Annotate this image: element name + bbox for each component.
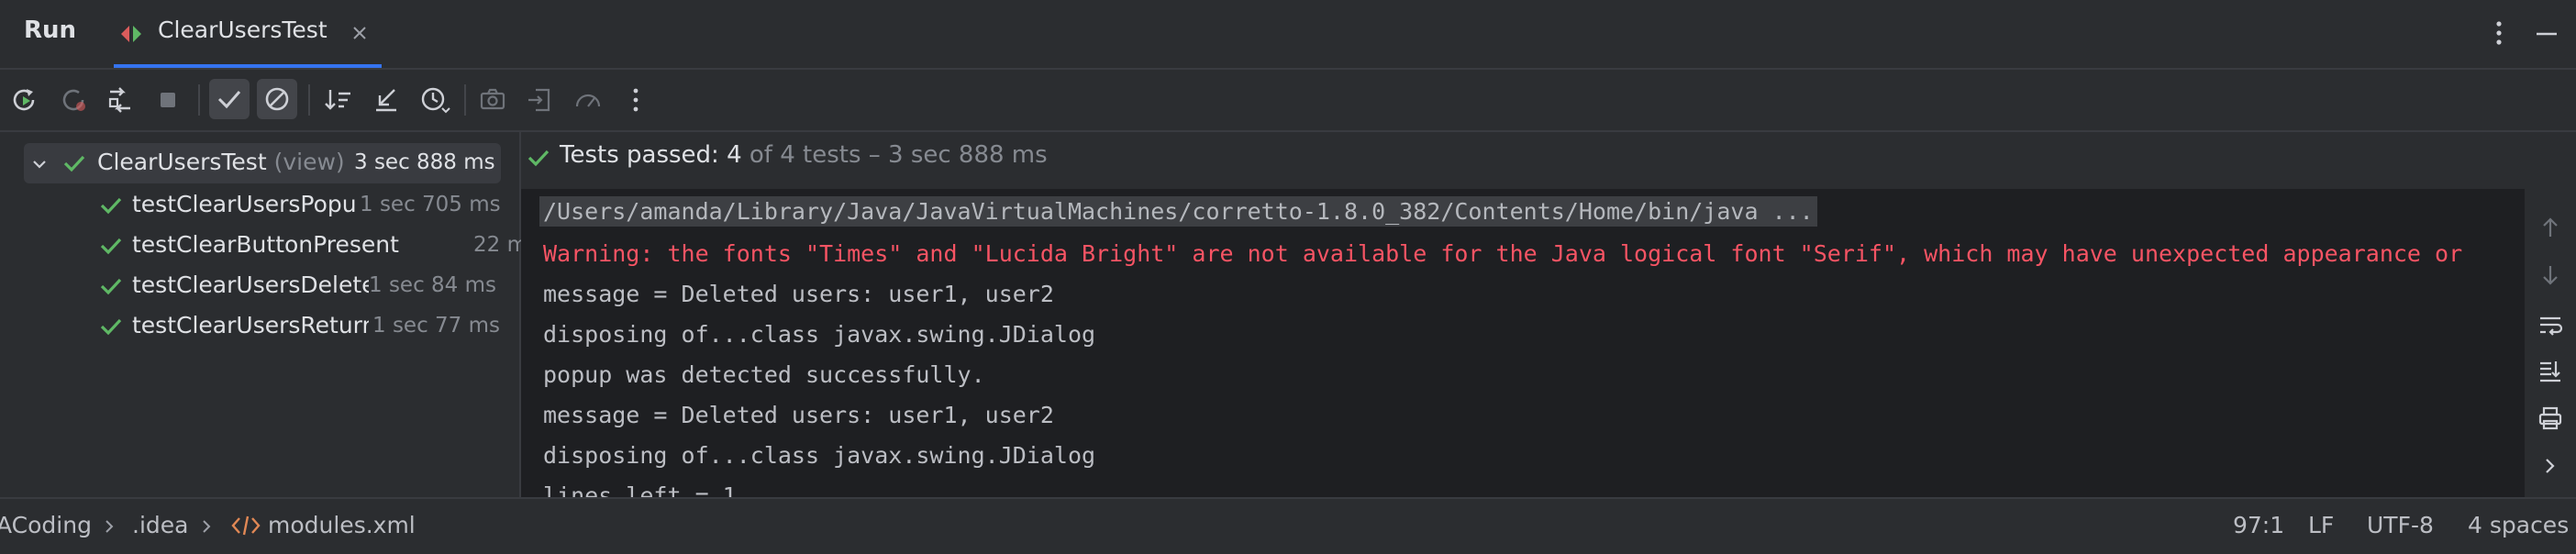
breadcrumb-chevron-icon xyxy=(198,517,215,536)
console-warning-line: Warning: the fonts "Times" and "Lucida B… xyxy=(543,240,2463,267)
toolbar-separator xyxy=(198,84,200,116)
test-item-duration: 1 sec 705 ms xyxy=(360,193,501,216)
soft-wrap-icon[interactable] xyxy=(2537,312,2563,338)
console-command-line[interactable]: /Users/amanda/Library/Java/JavaVirtualMa… xyxy=(539,196,1817,227)
console-line: disposing of...class javax.swing.JDialog xyxy=(543,442,1096,469)
tests-passed-details: of 4 tests – 3 sec 888 ms xyxy=(749,141,1048,169)
chevron-right-icon[interactable] xyxy=(2537,453,2563,479)
rerun-failed-icon[interactable] xyxy=(57,83,92,117)
test-item-duration: 1 sec 84 ms xyxy=(369,273,496,297)
import-icon[interactable] xyxy=(523,83,558,117)
test-item-name: testClearButtonPresent xyxy=(132,231,399,258)
tab-label: ClearUsersTest xyxy=(158,17,328,43)
console-line: message = Deleted users: user1, user2 xyxy=(543,402,1054,428)
indent-setting[interactable]: 4 spaces xyxy=(2468,512,2569,538)
ignored-icon[interactable] xyxy=(257,79,297,119)
console-line: message = Deleted users: user1, user2 xyxy=(543,281,1054,307)
console-line: popup was detected successfully. xyxy=(543,361,985,388)
line-separator[interactable]: LF xyxy=(2308,512,2334,538)
ide-status-bar: ACoding .idea modules.xml 97:1 LF UTF-8 … xyxy=(0,497,2576,554)
camera-icon[interactable] xyxy=(475,83,510,117)
passed-check-icon xyxy=(61,150,88,176)
tool-window-header: Run ClearUsersTest xyxy=(0,0,2576,70)
console-side-toolbar xyxy=(2525,189,2576,497)
tree-root-suffix: (view) xyxy=(273,149,345,175)
breadcrumb-folder[interactable]: .idea xyxy=(132,512,188,538)
speedometer-icon[interactable] xyxy=(571,83,605,117)
clock-icon[interactable] xyxy=(416,83,451,117)
test-item-name: testClearUsersDelete xyxy=(132,271,369,298)
tests-passed-summary: Tests passed: 4 of 4 tests – 3 sec 888 m… xyxy=(560,141,1048,169)
passed-check-icon xyxy=(525,145,552,171)
console-line: lines left = 1 xyxy=(543,482,737,497)
passed-check-icon xyxy=(97,273,125,299)
test-item[interactable]: testClearUsersDelete 1 sec 84 ms xyxy=(97,266,501,306)
console-output[interactable]: /Users/amanda/Library/Java/JavaVirtualMa… xyxy=(521,189,2525,497)
stop-icon[interactable] xyxy=(150,83,185,117)
caret-position[interactable]: 97:1 xyxy=(2233,512,2284,538)
toggle-auto-test-icon[interactable] xyxy=(103,83,138,117)
more-options-icon[interactable] xyxy=(2490,17,2508,53)
test-item[interactable]: testClearButtonPresent 22 ms xyxy=(97,226,539,266)
xml-file-icon xyxy=(231,514,261,537)
sort-icon[interactable] xyxy=(321,83,356,117)
tool-window-title: Run xyxy=(24,17,77,44)
more-icon[interactable] xyxy=(618,83,653,117)
rerun-icon[interactable] xyxy=(7,83,42,117)
breadcrumb-chevron-icon xyxy=(101,517,117,536)
test-tree: ClearUsersTest (view) 3 sec 888 ms testC… xyxy=(0,132,539,497)
tree-root-duration: 3 sec 888 ms xyxy=(354,150,495,174)
toolbar-separator xyxy=(308,84,310,116)
tab-active-indicator xyxy=(114,64,382,68)
console-line: disposing of...class javax.swing.JDialog xyxy=(543,321,1096,348)
test-item-name: testClearUsersReturn xyxy=(132,312,369,338)
tree-root-name: ClearUsersTest (view) xyxy=(97,149,345,175)
toolbar-separator xyxy=(464,84,466,116)
junit-icon xyxy=(117,20,145,48)
tab-clear-users-test[interactable]: ClearUsersTest xyxy=(114,0,382,68)
run-toolbar xyxy=(0,70,2576,132)
passed-check-icon xyxy=(97,314,125,339)
chevron-down-icon[interactable] xyxy=(29,154,50,174)
test-item[interactable]: testClearUsersReturn 1 sec 77 ms xyxy=(97,306,501,347)
breadcrumb-project[interactable]: ACoding xyxy=(0,512,92,538)
test-item-duration: 1 sec 77 ms xyxy=(372,314,500,338)
passed-check-icon xyxy=(97,193,125,218)
collapse-icon[interactable] xyxy=(369,83,404,117)
test-status-bar: Tests passed: 4 of 4 tests – 3 sec 888 m… xyxy=(521,132,2576,189)
check-icon[interactable] xyxy=(209,79,250,119)
test-item[interactable]: testClearUsersPopu 1 sec 705 ms xyxy=(97,185,501,226)
test-item-name: testClearUsersPopu xyxy=(132,191,357,217)
close-icon[interactable] xyxy=(350,24,369,42)
minimize-icon[interactable] xyxy=(2534,20,2559,51)
scroll-to-end-icon[interactable] xyxy=(2537,358,2563,383)
passed-check-icon xyxy=(97,233,125,259)
tests-passed-count: Tests passed: 4 xyxy=(560,141,742,169)
arrow-down-icon[interactable] xyxy=(2537,262,2563,288)
print-icon[interactable] xyxy=(2537,405,2563,431)
tree-root-clear-users-test[interactable]: ClearUsersTest (view) 3 sec 888 ms xyxy=(24,143,501,183)
file-encoding[interactable]: UTF-8 xyxy=(2367,512,2434,538)
arrow-up-icon[interactable] xyxy=(2537,215,2563,240)
breadcrumb-file[interactable]: modules.xml xyxy=(268,512,416,538)
